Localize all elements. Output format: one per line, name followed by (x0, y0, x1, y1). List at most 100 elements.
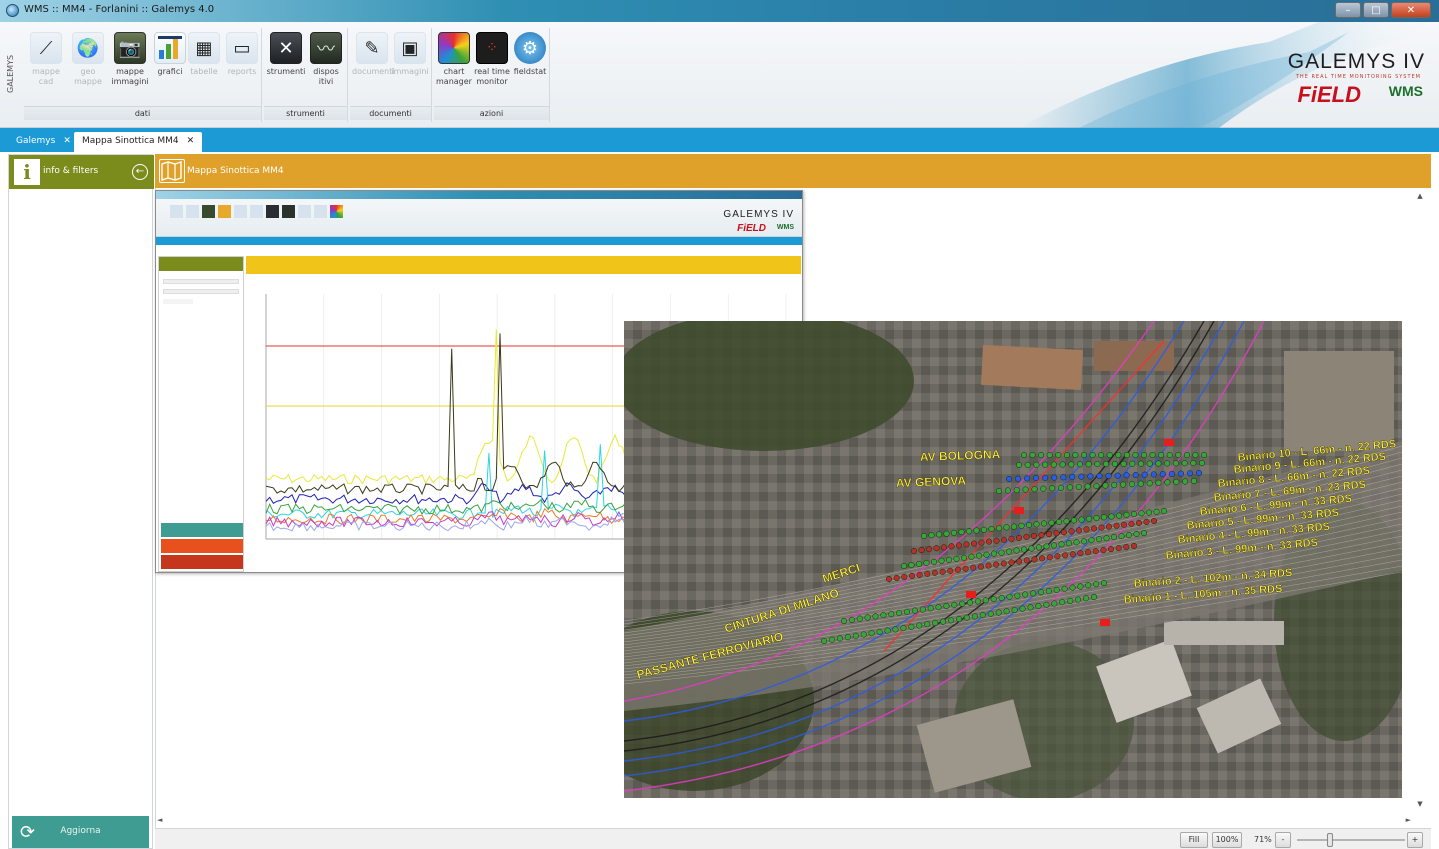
map-cad-button[interactable]: ⟋ mappe cad (26, 32, 66, 87)
sensor-dot (1083, 595, 1090, 602)
scroll-down-icon[interactable]: ▼ (1415, 800, 1425, 808)
tab-mappa-sinottica[interactable]: Mappa Sinottica MM4 ✕ (74, 132, 203, 152)
minimize-button[interactable]: – (1335, 2, 1361, 18)
dispositivi-button[interactable]: 〰 dispos itivi (306, 32, 346, 87)
sensor-dot (1014, 475, 1022, 482)
strumenti-button[interactable]: ✕ strumenti (266, 32, 306, 77)
sensor-dot (1093, 482, 1100, 490)
sensor-dot (1118, 533, 1125, 540)
sensor-dot (901, 573, 908, 580)
sensor-dot (1175, 451, 1182, 459)
sensor-dot (968, 553, 975, 560)
zoom-slider-thumb[interactable] (1327, 833, 1333, 847)
real-time-monitor-button[interactable]: ⁘ real time monitor (472, 32, 512, 87)
vertical-scrollbar[interactable]: ▲ ▼ (1413, 188, 1427, 828)
zoom-fill-button[interactable]: Fill (1180, 832, 1208, 848)
sensor-dot (908, 623, 915, 630)
sensor-dot (1172, 460, 1179, 467)
scroll-left-icon[interactable]: ◄ (157, 816, 162, 824)
sensor-dot (1073, 539, 1080, 546)
reports-button[interactable]: ▭ reports (222, 32, 262, 77)
zoom-slider-track[interactable] (1297, 839, 1405, 841)
sensor-dot (844, 634, 851, 641)
horizontal-scrollbar[interactable]: ◄ ► (155, 816, 1413, 826)
sensor-dot (1063, 518, 1070, 525)
sensor-dot (965, 528, 973, 535)
sensor-dot (1105, 523, 1113, 530)
sensor-dot (1087, 473, 1094, 480)
sensor-dot (1137, 480, 1144, 487)
scroll-right-icon[interactable]: ► (1406, 816, 1411, 824)
sensor-dot (1051, 600, 1058, 607)
sensor-dot (958, 529, 965, 536)
geo-map-icon: 🌍 (72, 32, 104, 64)
sensor-dot (1168, 470, 1175, 477)
sensor-dot (1085, 549, 1092, 556)
sensor-dot (1010, 523, 1018, 530)
sensor-dot (1011, 606, 1018, 613)
sensor-dot (1037, 589, 1045, 596)
tab-galemys-label: Galemys (16, 136, 56, 146)
geo-map-button[interactable]: 🌍 geo mappe (68, 32, 108, 87)
tabelle-button[interactable]: ▦ tabelle (184, 32, 224, 77)
sensor-dot (885, 575, 893, 583)
sensor-dot (1084, 483, 1091, 490)
sensor-dot (1070, 517, 1078, 524)
inset-title-bar (156, 191, 802, 199)
sensor-dot (1158, 451, 1165, 459)
tab-galemys[interactable]: Galemys ✕ (8, 132, 79, 152)
sensor-dot (1068, 528, 1075, 535)
sensor-dot (1053, 530, 1060, 537)
scroll-up-icon[interactable]: ▲ (1415, 192, 1425, 200)
sensor-dot (1096, 473, 1103, 480)
sensor-dot (1000, 536, 1008, 543)
sensor-dot (1055, 518, 1063, 525)
mappe-immagini-button[interactable]: 📷 mappe immagini (110, 32, 150, 87)
tab-mappa-close-icon[interactable]: ✕ (187, 136, 195, 146)
collapse-panel-icon[interactable]: ← (132, 164, 148, 180)
reports-label: reports (227, 67, 257, 76)
inset-aggiorna-button (161, 523, 243, 537)
table-icon: ▦ (188, 32, 220, 64)
tab-galemys-close-icon[interactable]: ✕ (63, 136, 71, 146)
sensor-dot (1075, 483, 1082, 490)
sensor-dot (1105, 472, 1112, 479)
inset-brand-title: GALEMYS IV (723, 209, 794, 220)
sensor-dot (1115, 451, 1122, 459)
sensor-dot (970, 540, 978, 547)
sensor-dot (1143, 518, 1150, 525)
maximize-button[interactable]: □ (1363, 2, 1389, 18)
sensor-dot (939, 568, 946, 575)
sensor-dot (1102, 482, 1109, 489)
sensor-dot (951, 601, 958, 608)
sensor-dot (1060, 529, 1068, 536)
sensor-dot (1129, 460, 1136, 467)
sensor-dot (1111, 460, 1118, 468)
sensor-dot (1164, 479, 1171, 486)
sensor-dot (1108, 513, 1115, 520)
sensor-dot (1015, 461, 1023, 469)
chart-manager-button[interactable]: chart manager (434, 32, 474, 87)
aggiorna-button[interactable]: ⟳ Aggiorna (12, 816, 149, 848)
sensor-dot (868, 630, 875, 637)
sensor-dot (908, 572, 916, 579)
ribbon-group-strumenti: ✕ strumenti 〰 dispos itivi strumenti (264, 28, 348, 122)
sensor-dot (971, 613, 978, 620)
immagini-button[interactable]: ▣ immagini (390, 32, 430, 77)
inset-tab-strip (156, 237, 802, 245)
documenti-button[interactable]: ✎ documenti (352, 32, 395, 77)
sensor-dot (888, 611, 895, 618)
sensor-dot (1005, 548, 1013, 555)
fieldstat-button[interactable]: ⚙ fieldstat (510, 32, 550, 77)
sensor-dot (1149, 451, 1156, 459)
sensor-dot (1068, 461, 1075, 468)
sensor-dot (1089, 451, 1096, 459)
zoom-in-button[interactable]: + (1407, 832, 1423, 848)
zoom-100-button[interactable]: 100% (1212, 832, 1242, 848)
aggiorna-label: Aggiorna (60, 826, 101, 836)
sensor-dot (920, 532, 928, 540)
close-button[interactable]: ✕ (1391, 2, 1431, 18)
zoom-out-button[interactable]: - (1275, 832, 1291, 848)
color-palette-icon (438, 32, 470, 64)
alarm-marker (1014, 507, 1024, 514)
